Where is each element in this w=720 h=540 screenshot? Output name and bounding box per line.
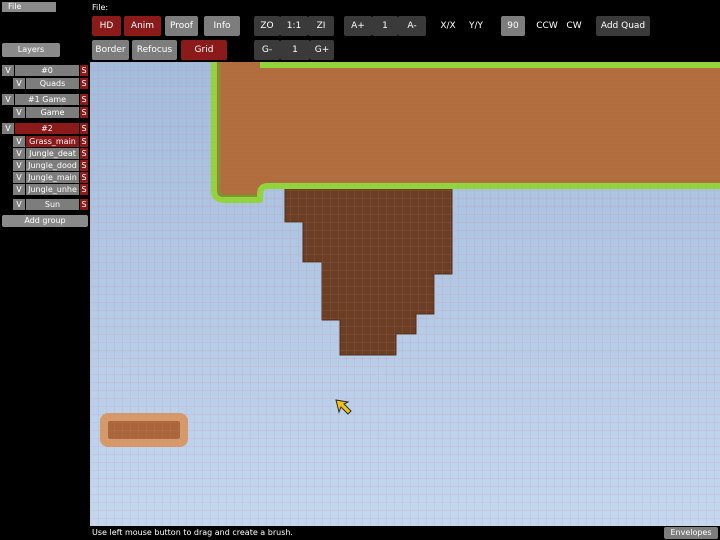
layers-panel: Layers V #0 S V Quads S V #1 Game S V Ga… xyxy=(0,14,90,526)
add-quad-button[interactable]: Add Quad xyxy=(596,16,650,36)
layer-name[interactable]: Jungle_dood xyxy=(26,160,79,171)
layer-name[interactable]: Jungle_main xyxy=(26,172,79,183)
group-visibility-toggle[interactable]: V xyxy=(2,65,14,76)
layer-name[interactable]: Jungle_deat xyxy=(26,148,79,159)
layer-name[interactable]: Quads xyxy=(26,78,79,89)
layer-select-toggle[interactable]: S xyxy=(80,160,88,171)
layer-select-toggle[interactable]: S xyxy=(80,136,88,147)
group-name[interactable]: #0 xyxy=(15,65,79,76)
menu-bar: File File: xyxy=(0,0,720,14)
file-menu-button[interactable]: File xyxy=(2,2,56,12)
border-button[interactable]: Border xyxy=(92,40,129,60)
group-row[interactable]: V #1 Game S xyxy=(2,94,88,105)
group-name[interactable]: #1 Game xyxy=(15,94,79,105)
grid-toggle-button[interactable]: Grid xyxy=(181,40,227,60)
editor-grid xyxy=(90,62,720,526)
group-select-toggle[interactable]: S xyxy=(80,94,88,105)
layer-row[interactable]: V Grass_main S xyxy=(13,136,88,147)
layer-select-toggle[interactable]: S xyxy=(80,148,88,159)
grid-smaller-button[interactable]: G- xyxy=(254,40,280,60)
layer-row[interactable]: V Game S xyxy=(13,107,88,118)
layer-row[interactable]: V Jungle_unhe S xyxy=(13,184,88,195)
layer-visibility-toggle[interactable]: V xyxy=(13,136,25,147)
grid-factor-value: 1 xyxy=(280,40,310,60)
group-row[interactable]: V #2 S xyxy=(2,123,88,134)
toolbar: HD Anim Proof Info ZO 1:1 ZI A+ 1 A- X/X… xyxy=(90,14,720,62)
layer-visibility-toggle[interactable]: V xyxy=(13,148,25,159)
proof-toggle-button[interactable]: Proof xyxy=(165,16,198,36)
anim-slower-button[interactable]: A- xyxy=(398,16,426,36)
zoom-out-button[interactable]: ZO xyxy=(254,16,280,36)
layer-row[interactable]: V Sun S xyxy=(13,199,88,210)
group-row[interactable]: V #0 S xyxy=(2,65,88,76)
map-view[interactable] xyxy=(90,62,720,526)
info-toggle-button[interactable]: Info xyxy=(204,16,240,36)
anim-faster-button[interactable]: A+ xyxy=(344,16,372,36)
anim-speed-value: 1 xyxy=(372,16,398,36)
layer-select-toggle[interactable]: S xyxy=(80,184,88,195)
rotate-cw-button[interactable]: CW xyxy=(562,16,586,36)
zoom-reset-button[interactable]: 1:1 xyxy=(280,16,308,36)
group-name[interactable]: #2 xyxy=(15,123,79,134)
layer-name[interactable]: Grass_main xyxy=(26,136,79,147)
layer-visibility-toggle[interactable]: V xyxy=(13,199,25,210)
status-bar: Use left mouse button to drag and create… xyxy=(0,526,720,540)
layer-row[interactable]: V Jungle_main S xyxy=(13,172,88,183)
map-canvas[interactable] xyxy=(90,62,720,526)
layer-visibility-toggle[interactable]: V xyxy=(13,78,25,89)
layer-row[interactable]: V Jungle_deat S xyxy=(13,148,88,159)
group-select-toggle[interactable]: S xyxy=(80,123,88,134)
group-visibility-toggle[interactable]: V xyxy=(2,94,14,105)
layer-visibility-toggle[interactable]: V xyxy=(13,160,25,171)
group-visibility-toggle[interactable]: V xyxy=(2,123,14,134)
rotate-90-button[interactable]: 90 xyxy=(501,16,525,36)
rotate-ccw-button[interactable]: CCW xyxy=(532,16,562,36)
layers-button[interactable]: Layers xyxy=(2,43,60,57)
anim-toggle-button[interactable]: Anim xyxy=(124,16,161,36)
layer-name[interactable]: Sun xyxy=(26,199,79,210)
layer-row[interactable]: V Jungle_dood S xyxy=(13,160,88,171)
layer-visibility-toggle[interactable]: V xyxy=(13,107,25,118)
flip-x-button[interactable]: X/X xyxy=(434,16,462,36)
layer-select-toggle[interactable]: S xyxy=(80,199,88,210)
layer-row[interactable]: V Quads S xyxy=(13,78,88,89)
group-select-toggle[interactable]: S xyxy=(80,65,88,76)
layer-name[interactable]: Game xyxy=(26,107,79,118)
layer-visibility-toggle[interactable]: V xyxy=(13,184,25,195)
status-message: Use left mouse button to drag and create… xyxy=(92,528,293,537)
layer-select-toggle[interactable]: S xyxy=(80,78,88,89)
zoom-in-button[interactable]: ZI xyxy=(308,16,334,36)
layer-visibility-toggle[interactable]: V xyxy=(13,172,25,183)
layer-select-toggle[interactable]: S xyxy=(80,107,88,118)
layer-name[interactable]: Jungle_unhe xyxy=(26,184,79,195)
envelopes-button[interactable]: Envelopes xyxy=(664,527,718,539)
layer-select-toggle[interactable]: S xyxy=(80,172,88,183)
grid-bigger-button[interactable]: G+ xyxy=(310,40,334,60)
file-name-label: File: xyxy=(92,3,109,12)
hd-toggle-button[interactable]: HD xyxy=(92,16,121,36)
flip-y-button[interactable]: Y/Y xyxy=(462,16,490,36)
refocus-button[interactable]: Refocus xyxy=(132,40,177,60)
add-group-button[interactable]: Add group xyxy=(2,215,88,227)
